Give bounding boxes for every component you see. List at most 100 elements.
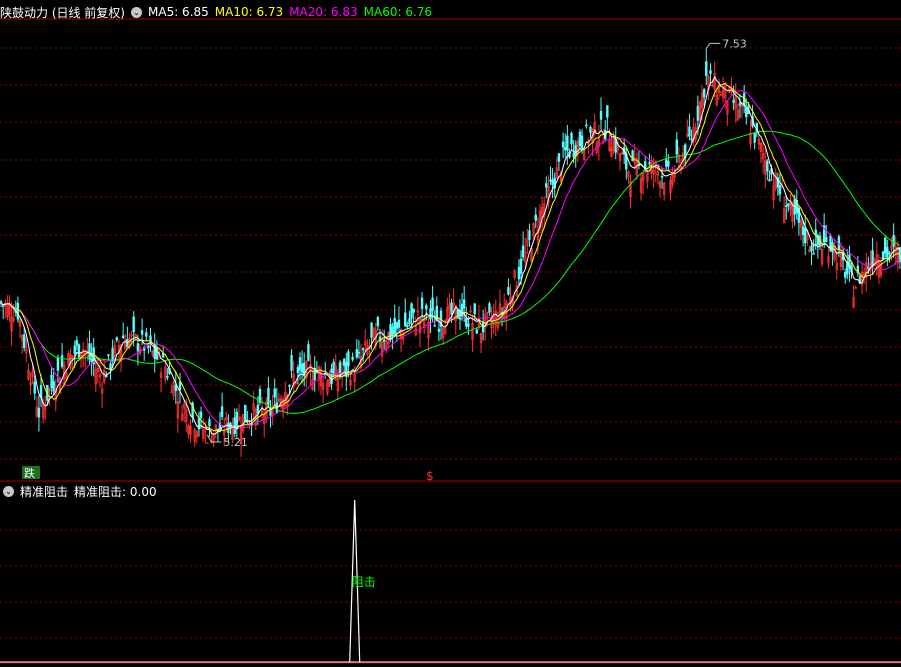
candle-body bbox=[804, 228, 807, 244]
candle-body bbox=[342, 358, 346, 366]
candle-body bbox=[298, 357, 302, 371]
candle-body bbox=[23, 334, 26, 349]
candle-body bbox=[702, 89, 706, 98]
candle-body bbox=[115, 337, 119, 341]
candle-body bbox=[75, 339, 79, 346]
candle-body bbox=[357, 351, 361, 354]
candle-body bbox=[580, 135, 584, 149]
candle-body bbox=[473, 303, 476, 315]
candle-body bbox=[745, 107, 748, 118]
high-label: 7.53 bbox=[722, 37, 747, 50]
candle-body bbox=[566, 135, 569, 151]
candle-body bbox=[109, 363, 112, 370]
candle-body bbox=[197, 418, 201, 430]
candle-body bbox=[206, 442, 209, 444]
candle-body bbox=[572, 152, 575, 158]
candle-body bbox=[450, 302, 453, 315]
candle-body bbox=[208, 419, 211, 427]
candle-body bbox=[361, 348, 365, 351]
candle-body bbox=[382, 339, 386, 342]
candle-body bbox=[410, 303, 413, 319]
candle-body bbox=[288, 385, 291, 387]
candle-body bbox=[50, 374, 53, 388]
candle-body bbox=[732, 99, 735, 103]
candle-body bbox=[408, 318, 411, 325]
candle-body bbox=[121, 335, 125, 338]
candle-body bbox=[37, 407, 41, 418]
candle-body bbox=[871, 250, 874, 267]
candle-body bbox=[753, 132, 756, 143]
candle-body bbox=[391, 326, 394, 335]
candle-body bbox=[488, 303, 491, 313]
ma60-label: MA60: 6.76 bbox=[363, 5, 433, 19]
candle-body bbox=[136, 343, 140, 352]
candle-body bbox=[199, 411, 203, 419]
candle-body bbox=[425, 305, 428, 310]
candle-body bbox=[155, 346, 159, 360]
candle-body bbox=[892, 234, 895, 247]
candle-body bbox=[437, 328, 441, 332]
candle-body bbox=[787, 203, 790, 207]
candle-body bbox=[660, 175, 664, 178]
candle-body bbox=[389, 324, 392, 340]
candle-body bbox=[778, 185, 782, 195]
candle-body bbox=[220, 406, 224, 417]
candle-body bbox=[631, 150, 634, 162]
indicator-value: 精准阻击: 0.00 bbox=[74, 484, 157, 499]
candle-body bbox=[1, 305, 5, 307]
candle-body bbox=[88, 343, 91, 360]
sub-panel-header: ⌄ 精准阻击 精准阻击: 0.00 bbox=[0, 483, 163, 499]
candle-body bbox=[688, 126, 691, 137]
stock-title: 陕鼓动力 (日线 前复权) bbox=[0, 5, 125, 20]
candle-body bbox=[273, 388, 276, 398]
candle-body bbox=[467, 323, 470, 327]
candle-body bbox=[867, 267, 870, 269]
candle-body bbox=[886, 247, 889, 258]
candle-body bbox=[233, 417, 236, 434]
candle-body bbox=[33, 381, 36, 394]
candle-body bbox=[517, 266, 521, 280]
candle-body bbox=[549, 179, 552, 182]
candle-body bbox=[738, 102, 742, 106]
candle-body bbox=[290, 354, 293, 371]
candle-body bbox=[397, 319, 401, 328]
candle-body bbox=[589, 126, 592, 133]
candle-body bbox=[709, 70, 712, 74]
candle-body bbox=[77, 344, 81, 358]
indicator-signal-label: 阻击 bbox=[352, 575, 376, 589]
candle-body bbox=[376, 316, 380, 327]
candle-body bbox=[462, 299, 466, 309]
candle-body bbox=[812, 252, 815, 255]
candle-body bbox=[801, 226, 805, 236]
candle-body bbox=[599, 110, 603, 120]
candle-body bbox=[412, 308, 415, 313]
signal-marker: $ bbox=[426, 469, 434, 483]
candle-body bbox=[433, 324, 436, 327]
candle-body bbox=[166, 376, 169, 378]
candle-body bbox=[347, 351, 350, 367]
candle-body bbox=[351, 356, 354, 360]
ma-settings-icon[interactable]: ⌄ bbox=[131, 6, 142, 18]
candle-body bbox=[521, 245, 525, 258]
candle-body bbox=[690, 138, 693, 140]
candle-body bbox=[370, 322, 373, 338]
candle-body bbox=[244, 404, 247, 423]
candle-body bbox=[132, 316, 135, 333]
low-label: 5.21 bbox=[223, 436, 248, 449]
indicator-settings-icon[interactable]: ⌄ bbox=[3, 485, 14, 497]
ma10-label: MA10: 6.73 bbox=[214, 5, 284, 19]
candle-body bbox=[170, 391, 173, 394]
candle-body bbox=[574, 144, 577, 157]
candle-body bbox=[60, 355, 64, 367]
candle-body bbox=[557, 153, 561, 162]
candle-body bbox=[235, 411, 239, 428]
stock-chart: 7.53 5.21 跌 $ 阻击 bbox=[0, 18, 901, 664]
candle-body bbox=[705, 61, 708, 77]
candle-body bbox=[178, 381, 182, 391]
candle-body bbox=[0, 301, 3, 304]
candle-body bbox=[768, 179, 771, 182]
candle-body bbox=[844, 271, 847, 278]
candle-body bbox=[420, 297, 424, 309]
fall-marker: 跌 bbox=[24, 466, 35, 480]
candle-body bbox=[393, 317, 396, 335]
